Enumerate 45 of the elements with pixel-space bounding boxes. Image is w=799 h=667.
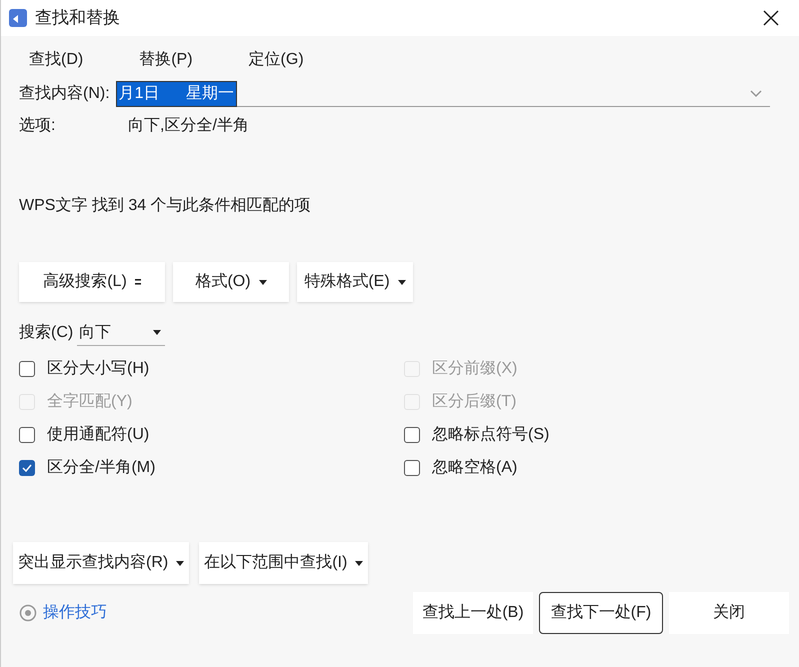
checkbox-label: 区分前缀(X)	[432, 358, 518, 378]
field-label: 查找内容(N):	[19, 84, 110, 104]
tab[interactable]: 替换(P)	[131, 46, 201, 74]
dropdown-button[interactable]: 在以下范围中查找(I)	[199, 542, 368, 584]
dropdown-button[interactable]: 突出显示查找内容(R)	[13, 542, 190, 584]
window-title: 查找和替换	[35, 7, 120, 30]
chevron-down-icon	[750, 90, 762, 98]
result-message: WPS文字 找到 34 个与此条件相匹配的项	[19, 197, 311, 214]
checkbox-label: 忽略空格(A)	[432, 458, 518, 478]
format-button[interactable]: 格式(O)	[173, 262, 289, 302]
info-icon	[19, 604, 37, 622]
checkbox[interactable]	[19, 426, 35, 442]
dialog-button[interactable]: 关闭	[669, 592, 789, 634]
field-value: 月1日 星期一	[116, 80, 238, 106]
search-direction-select[interactable]: 向下	[77, 320, 166, 346]
app-icon	[9, 9, 27, 27]
checkbox[interactable]	[404, 426, 420, 442]
checkbox[interactable]	[404, 460, 420, 476]
checkbox-label: 使用通配符(U)	[47, 424, 150, 444]
checkbox[interactable]	[19, 460, 35, 476]
tab[interactable]: 查找(D)	[21, 46, 92, 74]
checkbox-label: 区分大小写(H)	[47, 358, 150, 378]
caret-icon	[153, 330, 162, 335]
caret-icon	[176, 560, 184, 566]
tab[interactable]: 定位(G)	[240, 46, 312, 74]
dialog-button[interactable]: 查找上一处(B)	[413, 592, 533, 634]
checkbox-label: 全字匹配(Y)	[47, 392, 132, 412]
check-icon	[22, 464, 32, 472]
format-button[interactable]: 高级搜索(L)	[19, 262, 165, 302]
checkbox[interactable]	[19, 360, 35, 376]
dialog-button[interactable]: 查找下一处(F)	[539, 592, 663, 634]
close-icon	[763, 10, 779, 26]
find-field[interactable]: 月1日 星期一	[116, 81, 770, 107]
caret-icon	[355, 560, 364, 566]
checkbox-label: 区分后缀(T)	[432, 392, 516, 412]
expand-icon	[134, 278, 141, 286]
checkbox-label: 忽略标点符号(S)	[432, 424, 550, 444]
caret-icon	[258, 280, 267, 284]
tips-link[interactable]: 操作技巧	[43, 601, 107, 625]
options-value: 向下,区分全/半角	[128, 116, 249, 136]
checkbox-label: 区分全/半角(M)	[47, 458, 156, 478]
format-button[interactable]: 特殊格式(E)	[297, 262, 413, 302]
options-label: 选项:	[19, 116, 56, 136]
caret-icon	[398, 280, 406, 284]
search-label: 搜索(C)	[19, 322, 74, 343]
